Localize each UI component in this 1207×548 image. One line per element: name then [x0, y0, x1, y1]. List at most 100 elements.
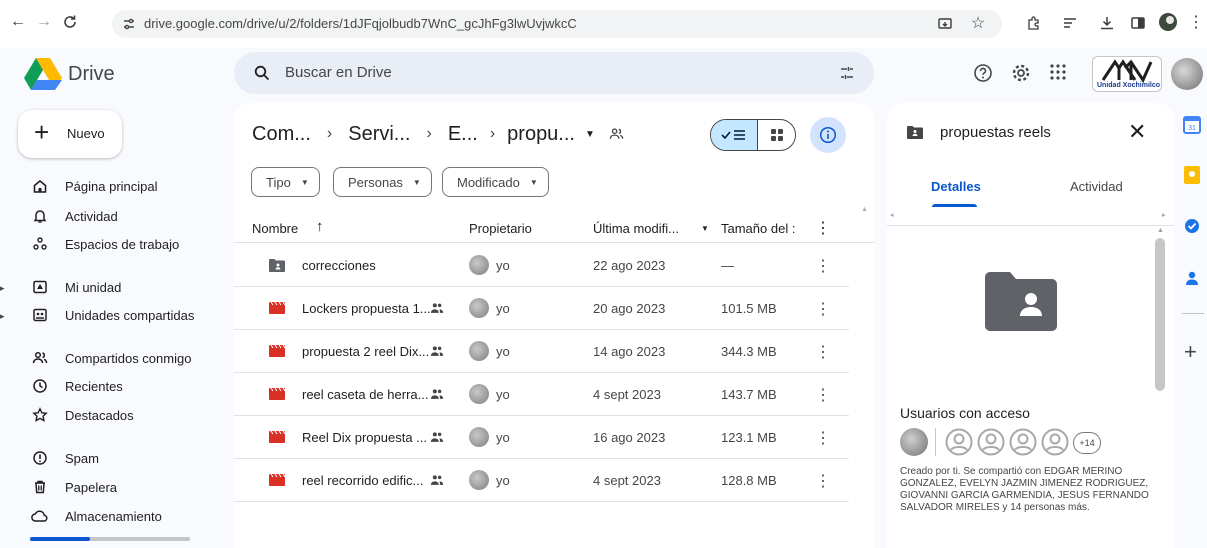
user-avatar-icon[interactable]	[1009, 428, 1037, 456]
more-actions-icon[interactable]: ⋮	[815, 428, 831, 448]
nav-item-starred[interactable]: Destacados	[14, 402, 224, 428]
drive-logo-icon[interactable]	[24, 58, 62, 90]
more-actions-icon[interactable]: ⋮	[815, 299, 831, 319]
reload-icon[interactable]	[60, 12, 80, 32]
owner-avatar[interactable]	[469, 298, 489, 318]
table-row[interactable]: Lockers propuesta 1... yo 20 ago 2023 101.5…	[234, 287, 849, 330]
address-bar[interactable]: drive.google.com/drive/u/2/folders/1dJFq…	[112, 10, 1002, 38]
tasks-icon[interactable]	[1184, 218, 1200, 234]
caret-down-icon[interactable]: ▼	[701, 224, 709, 233]
more-actions-icon[interactable]: ⋮	[815, 256, 831, 276]
breadcrumb-item[interactable]: Servi...	[348, 123, 410, 146]
details-scrollbar[interactable]	[1155, 238, 1165, 391]
apps-grid-icon[interactable]	[1049, 63, 1067, 81]
tab-details[interactable]: Detalles	[931, 179, 981, 194]
user-avatar-icon[interactable]	[1041, 428, 1069, 456]
tab-activity[interactable]: Actividad	[1070, 179, 1123, 194]
app-name[interactable]: Drive	[68, 63, 115, 86]
nav-item-trash[interactable]: Papelera	[14, 474, 224, 500]
more-actions-icon[interactable]: ⋮	[815, 342, 831, 362]
close-icon[interactable]: ✕	[1128, 119, 1146, 145]
breadcrumb-item[interactable]: Com...	[252, 123, 311, 146]
download-icon[interactable]	[1097, 13, 1117, 33]
nav-item-storage[interactable]: Almacenamiento	[14, 503, 224, 529]
owner-avatar[interactable]	[469, 384, 489, 404]
column-owner[interactable]: Propietario	[469, 221, 532, 236]
nav-item-shared-drives[interactable]: Unidades compartidas	[14, 302, 224, 328]
breadcrumb-item[interactable]: E...	[448, 123, 478, 146]
expand-shared-drives-icon[interactable]: ▸	[0, 311, 5, 322]
nav-item-activity[interactable]: Actividad	[14, 203, 224, 229]
owner-avatar[interactable]	[469, 255, 489, 275]
more-users-badge[interactable]: +14	[1073, 432, 1101, 454]
scroll-up-arrow-icon[interactable]: ▲	[861, 206, 868, 213]
more-actions-icon[interactable]: ⋮	[815, 385, 831, 405]
forward-icon[interactable]: →	[34, 12, 54, 32]
filter-modified[interactable]: Modificado ▼	[442, 167, 549, 197]
table-row[interactable]: correcciones yo 22 ago 2023 — ⋮	[234, 244, 849, 287]
tabs-scroll-left-icon[interactable]: ◂	[890, 211, 894, 219]
scroll-up-arrow-icon[interactable]: ▲	[1157, 227, 1164, 234]
file-name[interactable]: correcciones	[302, 258, 376, 273]
column-more-icon[interactable]: ⋮	[815, 218, 831, 238]
table-row[interactable]: propuesta 2 reel Dix... yo 14 ago 2023 344.…	[234, 330, 849, 373]
filter-people[interactable]: Personas ▼	[333, 167, 432, 197]
caret-down-icon[interactable]: ▼	[585, 129, 595, 140]
column-modified[interactable]: Última modifi...	[593, 221, 679, 236]
filter-type[interactable]: Tipo ▼	[251, 167, 320, 197]
side-panel-icon[interactable]	[1128, 13, 1148, 33]
back-icon[interactable]: ←	[8, 12, 28, 32]
info-button[interactable]	[810, 117, 846, 153]
extensions-icon[interactable]	[1024, 13, 1044, 33]
nav-item-recent[interactable]: Recientes	[14, 373, 224, 399]
help-icon[interactable]	[973, 63, 993, 83]
bookmark-star-icon[interactable]: ☆	[968, 13, 988, 33]
profile-avatar-icon[interactable]	[1158, 12, 1178, 32]
user-avatar-icon[interactable]	[945, 428, 973, 456]
contacts-icon[interactable]	[1184, 270, 1200, 286]
nav-item-workspaces[interactable]: Espacios de trabajo	[14, 231, 224, 257]
owner-avatar[interactable]	[469, 427, 489, 447]
file-name[interactable]: reel caseta de herra...	[302, 387, 428, 402]
get-addons-plus-icon[interactable]: +	[1184, 341, 1197, 363]
table-row[interactable]: reel caseta de herra... yo 4 sept 2023 143.…	[234, 373, 849, 416]
owner-avatar[interactable]	[469, 470, 489, 490]
new-button[interactable]: + Nuevo	[18, 110, 122, 158]
file-name[interactable]: reel recorrido edific...	[302, 473, 423, 488]
column-name[interactable]: Nombre	[252, 221, 298, 236]
more-actions-icon[interactable]: ⋮	[815, 471, 831, 491]
search-icon[interactable]	[254, 65, 270, 81]
file-name[interactable]: Reel Dix propuesta ...	[302, 430, 427, 445]
table-row[interactable]: Reel Dix propuesta ... yo 16 ago 2023 123.1…	[234, 416, 849, 459]
reading-list-icon[interactable]	[1060, 13, 1080, 33]
nav-item-my-drive[interactable]: Mi unidad	[14, 274, 224, 300]
organization-logo[interactable]: Unidad Xochimilco	[1092, 56, 1162, 92]
list-view-button[interactable]	[711, 120, 758, 150]
search-placeholder[interactable]: Buscar en Drive	[285, 64, 392, 81]
nav-item-home[interactable]: Página principal	[14, 173, 224, 199]
site-settings-icon[interactable]	[122, 17, 136, 31]
nav-item-spam[interactable]: Spam	[14, 445, 224, 471]
install-app-icon[interactable]	[935, 14, 955, 34]
sort-arrow-up-icon[interactable]: ↑	[316, 218, 324, 235]
keep-icon[interactable]	[1184, 166, 1200, 184]
table-row[interactable]: reel recorrido edific... yo 4 sept 2023 128…	[234, 459, 849, 502]
owner-avatar[interactable]	[469, 341, 489, 361]
grid-view-button[interactable]	[758, 120, 795, 150]
breadcrumb-current[interactable]: propu...	[507, 123, 575, 146]
file-name[interactable]: propuesta 2 reel Dix...	[302, 344, 429, 359]
search-bar[interactable]: Buscar en Drive	[234, 52, 874, 94]
column-size[interactable]: Tamaño del :	[721, 221, 795, 236]
nav-item-shared-with-me[interactable]: Compartidos conmigo	[14, 345, 224, 371]
browser-menu-icon[interactable]: ⋮	[1186, 12, 1206, 32]
settings-gear-icon[interactable]	[1011, 63, 1031, 83]
expand-my-drive-icon[interactable]: ▸	[0, 283, 5, 294]
owner-avatar[interactable]	[900, 428, 928, 456]
file-name[interactable]: Lockers propuesta 1...	[302, 301, 431, 316]
account-avatar[interactable]	[1171, 58, 1203, 90]
calendar-icon[interactable]: 31	[1183, 116, 1201, 134]
user-avatar-icon[interactable]	[977, 428, 1005, 456]
tabs-scroll-right-icon[interactable]: ▸	[1162, 211, 1166, 219]
search-options-icon[interactable]	[839, 65, 855, 81]
nav-item-label: Mi unidad	[65, 279, 122, 295]
